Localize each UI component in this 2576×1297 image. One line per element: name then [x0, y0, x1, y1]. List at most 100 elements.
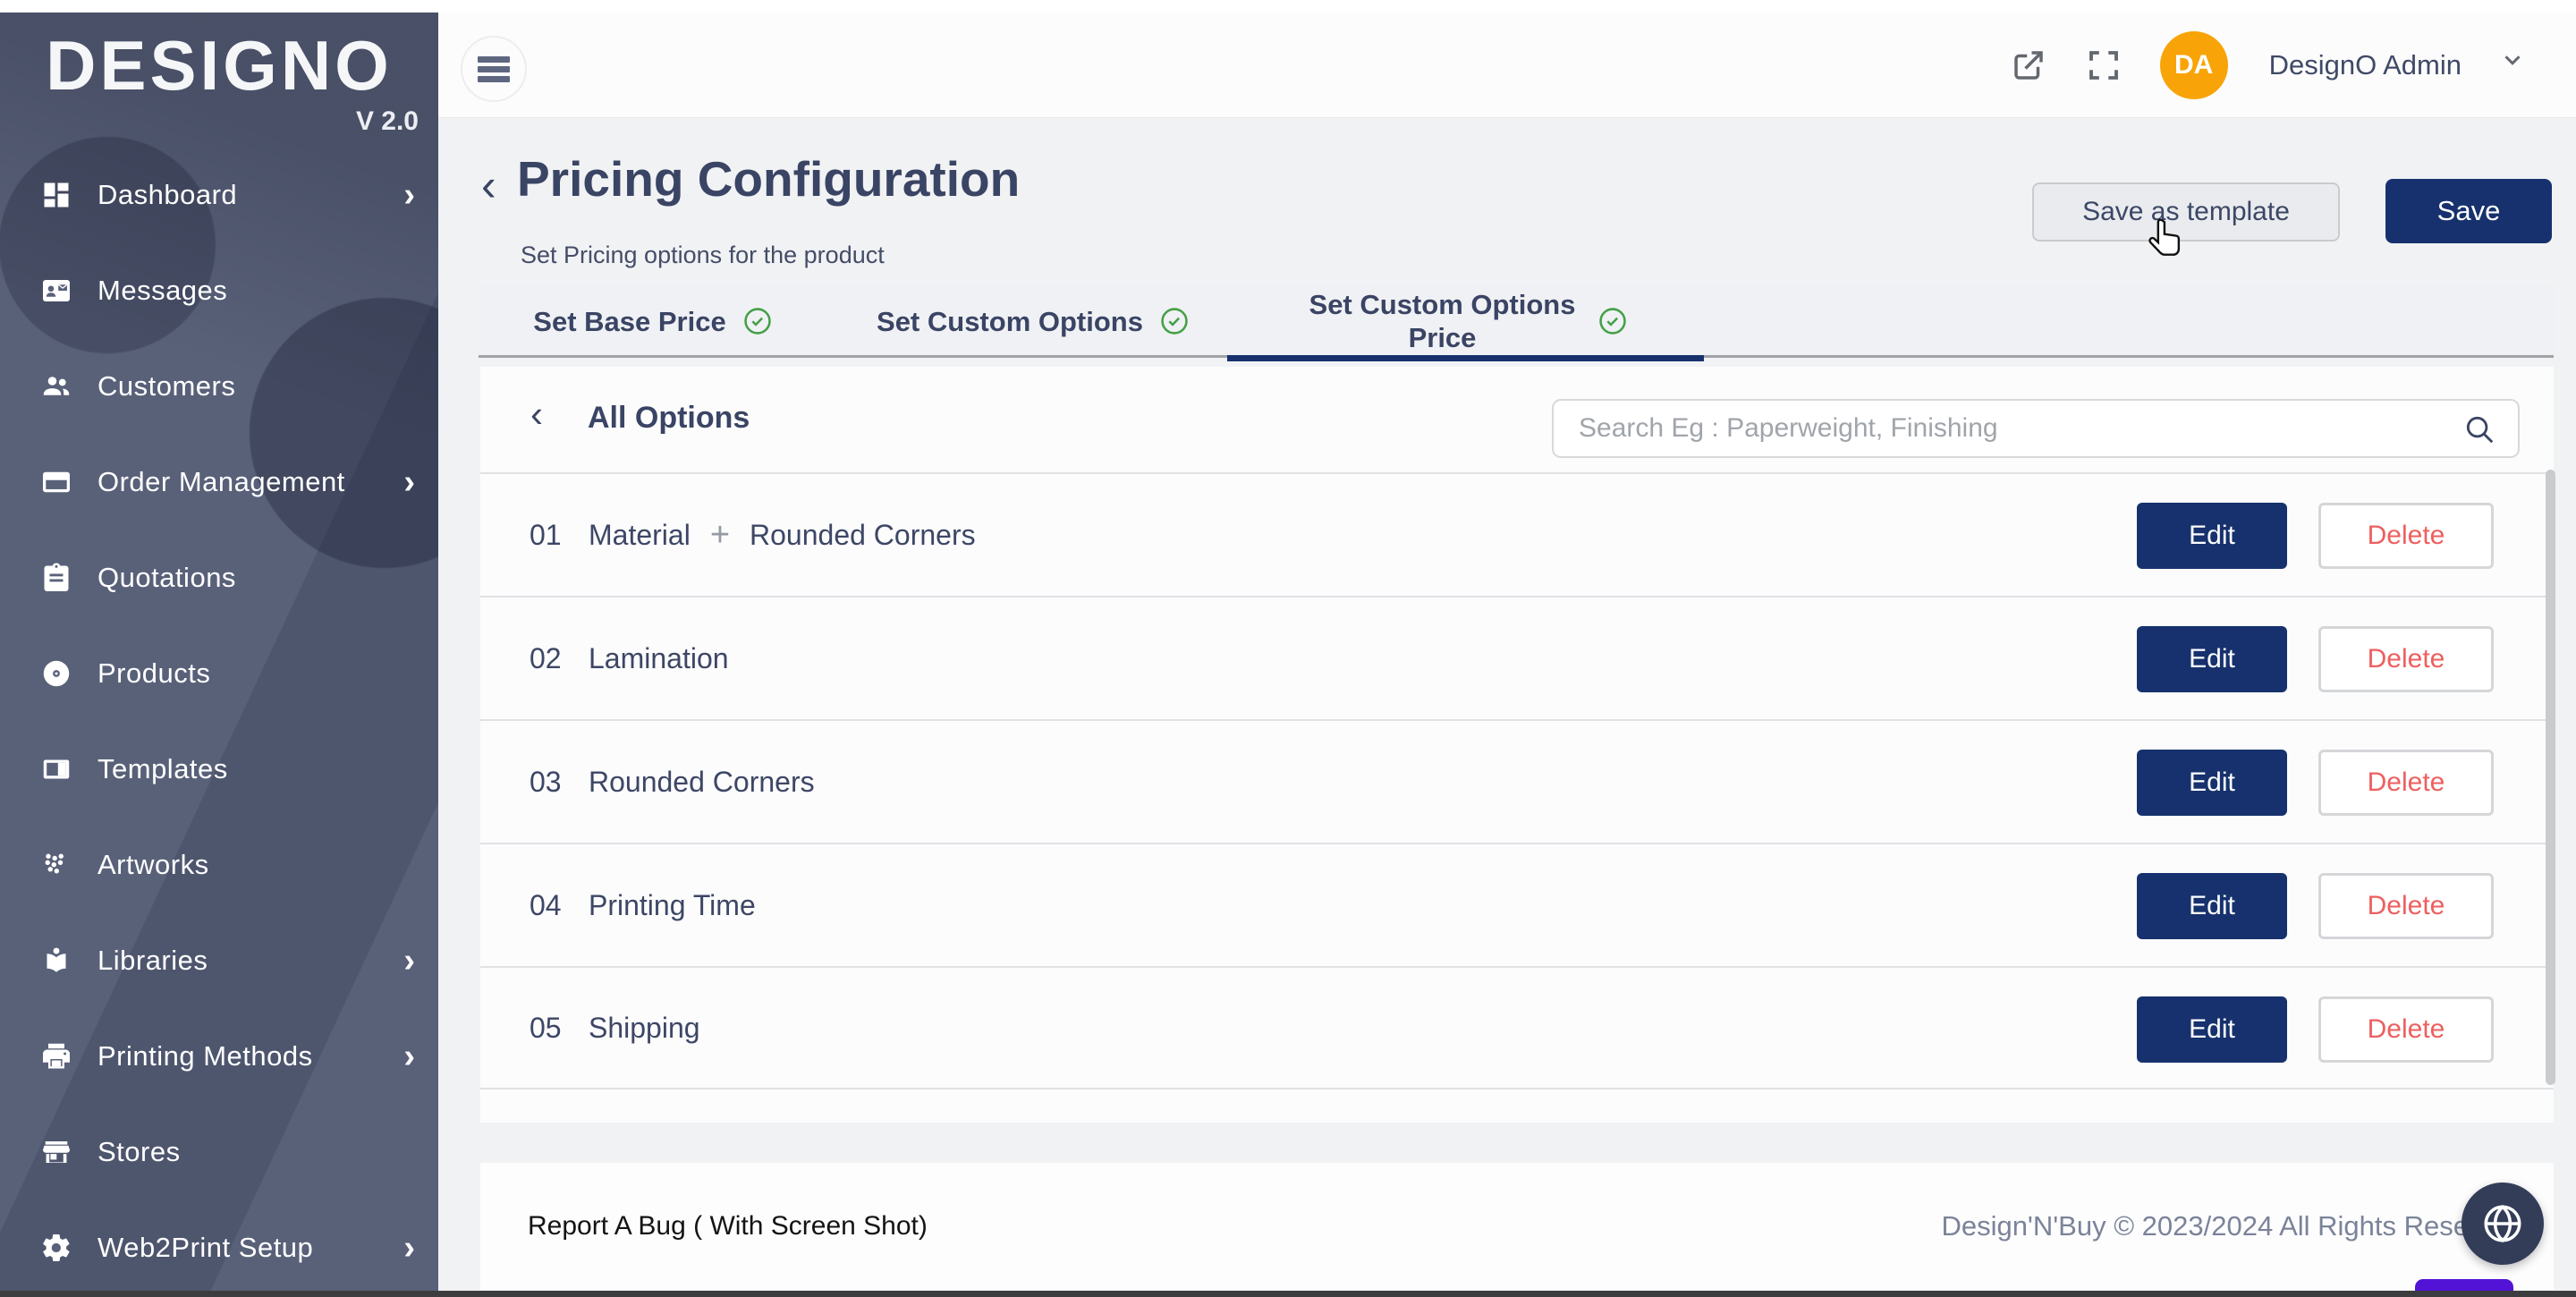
- fullscreen-icon[interactable]: [2085, 47, 2123, 84]
- option-name: Rounded Corners: [589, 766, 815, 799]
- footer: Report A Bug ( With Screen Shot) Design'…: [480, 1163, 2554, 1290]
- delete-button[interactable]: Delete: [2318, 873, 2494, 939]
- sidebar-item-label: Printing Methods: [97, 1040, 313, 1072]
- sidebar-item-customers[interactable]: Customers: [0, 338, 438, 434]
- sidebar-item-label: Web2Print Setup: [97, 1232, 313, 1264]
- copyright-text: Design'N'Buy © 2023/2024 All Rights Rese: [1941, 1210, 2469, 1242]
- open-in-new-icon[interactable]: [2010, 47, 2047, 84]
- option-name: Shipping: [589, 1012, 700, 1045]
- sidebar-item-label: Customers: [97, 370, 235, 403]
- sidebar-item-quotations[interactable]: Quotations: [0, 530, 438, 625]
- check-circle-icon: [1597, 306, 1628, 336]
- customers-icon: [40, 370, 72, 403]
- vertical-scrollbar-thumb[interactable]: [2546, 470, 2555, 1085]
- delete-button[interactable]: Delete: [2318, 626, 2494, 692]
- top-header: DA DesignO Admin: [438, 13, 2576, 118]
- avatar[interactable]: DA: [2160, 31, 2228, 99]
- window-bottom-strip: [0, 1291, 2576, 1297]
- sidebar-item-libraries[interactable]: Libraries ›: [0, 912, 438, 1008]
- options-heading: All Options: [588, 401, 750, 436]
- sidebar-item-artworks[interactable]: Artworks: [0, 817, 438, 912]
- row-number: 01: [530, 519, 589, 552]
- stores-icon: [40, 1136, 72, 1168]
- sidebar-item-stores[interactable]: Stores: [0, 1104, 438, 1200]
- tab-label: Set Base Price: [533, 305, 725, 338]
- option-secondary-name: Rounded Corners: [750, 519, 976, 552]
- chevron-right-icon: ›: [403, 944, 415, 978]
- sidebar-item-label: Dashboard: [97, 179, 237, 211]
- row-number: 03: [530, 766, 589, 799]
- language-globe-button[interactable]: [2462, 1183, 2544, 1265]
- sidebar-item-label: Libraries: [97, 945, 208, 977]
- tab-set-base-price[interactable]: Set Base Price: [501, 284, 805, 358]
- printing-methods-icon: [40, 1040, 72, 1072]
- option-row: 03 Rounded Corners Edit Delete: [480, 719, 2554, 843]
- delete-button[interactable]: Delete: [2318, 503, 2494, 569]
- order-management-icon: [40, 466, 72, 498]
- products-icon: [40, 657, 72, 690]
- option-row: 02 Lamination Edit Delete: [480, 596, 2554, 719]
- user-menu-label[interactable]: DesignO Admin: [2269, 49, 2462, 81]
- option-name: Material: [589, 519, 691, 552]
- chevron-right-icon: ›: [403, 178, 415, 212]
- option-row: 05 Shipping Edit Delete: [480, 966, 2554, 1089]
- save-as-template-button[interactable]: Save as template: [2032, 182, 2340, 242]
- sidebar-item-products[interactable]: Products: [0, 625, 438, 721]
- back-chevron-icon[interactable]: ‹: [530, 395, 543, 433]
- delete-button[interactable]: Delete: [2318, 750, 2494, 816]
- options-card-header: ‹ All Options: [480, 367, 2554, 472]
- tab-set-custom-options-price[interactable]: Set Custom Options Price: [1227, 284, 1704, 358]
- pricing-tabs: Set Base Price Set Custom Options Set Cu…: [479, 284, 2554, 358]
- check-circle-icon: [1159, 306, 1190, 336]
- row-number: 05: [530, 1012, 589, 1045]
- app-version: V 2.0: [0, 106, 438, 137]
- sidebar-item-order-management[interactable]: Order Management ›: [0, 434, 438, 530]
- edit-button[interactable]: Edit: [2137, 996, 2287, 1063]
- edit-button[interactable]: Edit: [2137, 873, 2287, 939]
- option-row: 01 Material + Rounded Corners Edit Delet…: [480, 472, 2554, 596]
- quotations-icon: [40, 562, 72, 594]
- sidebar-item-templates[interactable]: Templates: [0, 721, 438, 817]
- chevron-right-icon: ›: [403, 465, 415, 499]
- globe-icon: [2480, 1201, 2525, 1246]
- edit-button[interactable]: Edit: [2137, 626, 2287, 692]
- options-card: ‹ All Options 01 Material + Rounded Corn…: [480, 367, 2554, 1123]
- search-icon[interactable]: [2462, 412, 2496, 446]
- messages-icon: [40, 275, 72, 307]
- tab-label: Set Custom Options: [877, 305, 1143, 338]
- sidebar: DESIGNO V 2.0 Dashboard › Messages Custo…: [0, 13, 438, 1291]
- libraries-icon: [40, 945, 72, 977]
- edit-button[interactable]: Edit: [2137, 503, 2287, 569]
- search-box: [1552, 399, 2520, 458]
- plus-icon: +: [710, 516, 730, 555]
- sidebar-item-label: Stores: [97, 1136, 181, 1168]
- report-bug-link[interactable]: Report A Bug ( With Screen Shot): [528, 1211, 928, 1242]
- search-input[interactable]: [1554, 413, 2518, 444]
- option-name: Lamination: [589, 642, 729, 675]
- tab-label: Set Custom Options Price: [1304, 288, 1581, 354]
- sidebar-item-web2print-setup[interactable]: Web2Print Setup ›: [0, 1200, 438, 1291]
- app-logo: DESIGNO: [0, 25, 438, 106]
- edit-button[interactable]: Edit: [2137, 750, 2287, 816]
- sidebar-item-messages[interactable]: Messages: [0, 242, 438, 338]
- sidebar-item-label: Messages: [97, 275, 227, 307]
- option-row: 04 Printing Time Edit Delete: [480, 843, 2554, 966]
- delete-button[interactable]: Delete: [2318, 996, 2494, 1063]
- check-circle-icon: [742, 306, 773, 336]
- templates-icon: [40, 753, 72, 785]
- back-chevron-icon[interactable]: ‹: [481, 163, 496, 208]
- sidebar-item-label: Quotations: [97, 562, 236, 594]
- page-title: Pricing Configuration: [517, 150, 1020, 208]
- menu-toggle-button[interactable]: [461, 36, 527, 102]
- page-subtitle: Set Pricing options for the product: [521, 242, 885, 269]
- save-button[interactable]: Save: [2385, 179, 2552, 243]
- chevron-right-icon: ›: [403, 1039, 415, 1073]
- row-number: 04: [530, 889, 589, 922]
- sidebar-item-printing-methods[interactable]: Printing Methods ›: [0, 1008, 438, 1104]
- tab-set-custom-options[interactable]: Set Custom Options: [854, 284, 1212, 358]
- sidebar-item-label: Artworks: [97, 849, 209, 881]
- web2print-setup-icon: [40, 1232, 72, 1264]
- sidebar-item-dashboard[interactable]: Dashboard ›: [0, 147, 438, 242]
- sidebar-item-label: Products: [97, 657, 210, 690]
- chevron-down-icon[interactable]: [2499, 47, 2537, 84]
